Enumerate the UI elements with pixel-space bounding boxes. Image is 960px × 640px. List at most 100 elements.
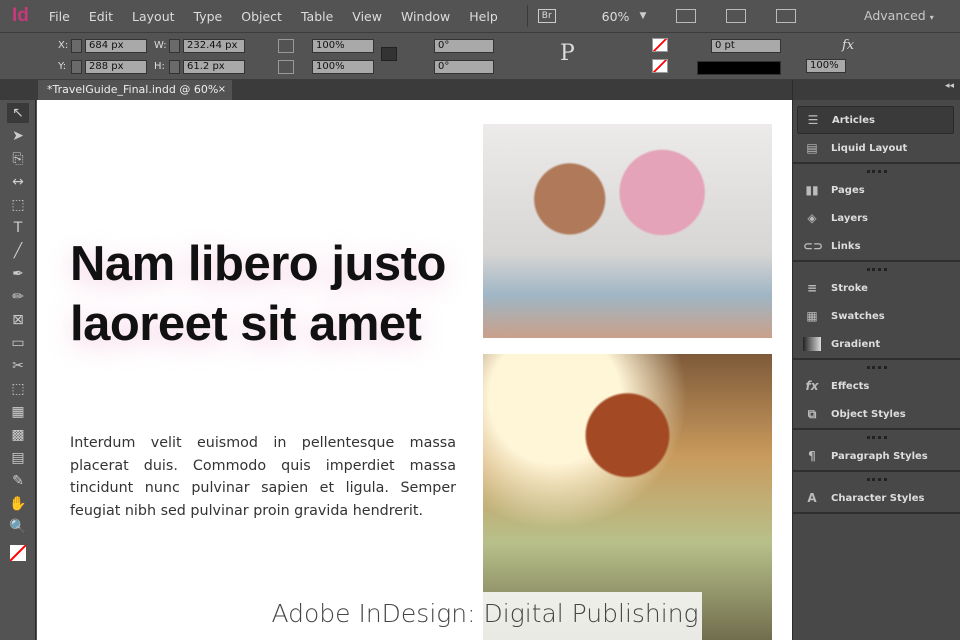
y-field[interactable]: 288 px: [85, 60, 147, 74]
arrange-documents-icon[interactable]: [776, 9, 797, 23]
panel-links[interactable]: ⊂⊃ Links: [793, 232, 960, 260]
body-text[interactable]: Interdum velit euismod in pellentesque m…: [70, 432, 456, 522]
liquid-layout-icon: ▤: [806, 141, 818, 155]
h-label: H:: [154, 61, 165, 72]
gradient-swatch-tool-icon[interactable]: ▦: [7, 402, 29, 422]
type-tool-icon[interactable]: T: [7, 218, 29, 238]
panel-stroke[interactable]: ≡ Stroke: [793, 274, 960, 302]
screen-mode-icon[interactable]: [726, 9, 747, 23]
grip-handle[interactable]: [866, 478, 887, 482]
panel-label: Character Styles: [831, 492, 925, 504]
pen-tool-icon[interactable]: ✒: [7, 264, 29, 284]
fill-stroke-swatch-icon[interactable]: [10, 545, 26, 561]
headline[interactable]: Nam libero justo laoreet sit amet: [70, 234, 446, 354]
gradient-feather-tool-icon[interactable]: ▩: [7, 425, 29, 445]
scale-x-field[interactable]: 100%: [312, 39, 374, 53]
hand-tool-icon[interactable]: ✋: [7, 494, 29, 514]
x-field[interactable]: 684 px: [85, 39, 147, 53]
stroke-type-dropdown[interactable]: [697, 61, 781, 75]
view-options-icon[interactable]: [676, 9, 697, 23]
stroke-weight-field[interactable]: 0 pt: [711, 39, 781, 53]
eyedropper-tool-icon[interactable]: ✎: [7, 471, 29, 491]
divider: [526, 5, 528, 27]
menu-help[interactable]: Help: [469, 9, 498, 24]
line-tool-icon[interactable]: ╱: [7, 241, 29, 261]
menu-edit[interactable]: Edit: [89, 9, 113, 24]
panel-label: Layers: [831, 212, 868, 224]
opacity-field[interactable]: 100%: [806, 59, 846, 73]
y-label: Y:: [58, 61, 67, 72]
panel-effects[interactable]: fx Effects: [793, 372, 960, 400]
page-tool-icon[interactable]: ⎘: [7, 149, 29, 169]
panel-label: Object Styles: [831, 408, 906, 420]
effects-icon[interactable]: fx: [842, 38, 854, 53]
grip-handle[interactable]: [866, 268, 887, 272]
menu-table[interactable]: Table: [301, 9, 333, 24]
constrain-proportions-icon[interactable]: [381, 47, 397, 61]
menu-object[interactable]: Object: [241, 9, 282, 24]
collapse-panels-button[interactable]: ◂◂: [793, 80, 960, 100]
panel-object-styles[interactable]: ⧉ Object Styles: [793, 400, 960, 428]
paragraph-styles-icon: ¶: [808, 449, 816, 463]
h-stepper[interactable]: [169, 60, 180, 74]
panel-liquid-layout[interactable]: ▤ Liquid Layout: [793, 134, 960, 162]
grip-handle[interactable]: [866, 436, 887, 440]
panel-gradient[interactable]: Gradient: [793, 330, 960, 358]
grip-handle[interactable]: [866, 366, 887, 370]
fill-swatch[interactable]: [652, 38, 668, 52]
swatches-icon: ▦: [806, 309, 818, 323]
panel-label: Articles: [832, 114, 875, 126]
workspace-label: Advanced: [864, 8, 926, 23]
free-transform-tool-icon[interactable]: ⬚: [7, 379, 29, 399]
w-field[interactable]: 232.44 px: [183, 39, 245, 53]
rotation-field[interactable]: 0°: [434, 39, 494, 53]
menu-window[interactable]: Window: [401, 9, 450, 24]
panel-label: Effects: [831, 380, 870, 392]
stroke-icon: ≡: [806, 281, 818, 295]
panel-group-paragraph-styles: ¶ Paragraph Styles: [793, 430, 960, 472]
panel-articles[interactable]: ☰ Articles: [797, 106, 954, 134]
panel-group-stroke: ≡ Stroke ▦ Swatches Gradient: [793, 262, 960, 360]
menu-bar: Id File Edit Layout Type Object Table Vi…: [0, 0, 960, 32]
chevron-down-icon[interactable]: ▼: [639, 11, 646, 21]
content-collector-icon[interactable]: ⬚: [7, 195, 29, 215]
photo-two-women[interactable]: [483, 124, 772, 338]
menu-file[interactable]: File: [49, 9, 70, 24]
rectangle-frame-tool-icon[interactable]: ⊠: [7, 310, 29, 330]
panel-paragraph-styles[interactable]: ¶ Paragraph Styles: [793, 442, 960, 470]
menu-layout[interactable]: Layout: [132, 9, 175, 24]
document-tab[interactable]: *TravelGuide_Final.indd @ 60% ×: [38, 80, 232, 100]
pencil-tool-icon[interactable]: ✏: [7, 287, 29, 307]
panel-character-styles[interactable]: A Character Styles: [793, 484, 960, 512]
x-stepper[interactable]: [71, 39, 82, 53]
panel-swatches[interactable]: ▦ Swatches: [793, 302, 960, 330]
grip-handle[interactable]: [866, 170, 887, 174]
zoom-level-dropdown[interactable]: 60%: [602, 9, 630, 24]
panel-group-articles: ☰ Articles ▤ Liquid Layout: [793, 100, 960, 164]
h-field[interactable]: 61.2 px: [183, 60, 245, 74]
zoom-tool-icon[interactable]: 🔍: [7, 517, 29, 537]
scissors-tool-icon[interactable]: ✂: [7, 356, 29, 376]
bridge-button[interactable]: Br: [537, 9, 556, 23]
x-label: X:: [58, 40, 69, 51]
document-page[interactable]: Nam libero justo laoreet sit amet Interd…: [37, 100, 792, 640]
scale-y-field[interactable]: 100%: [312, 60, 374, 74]
close-icon[interactable]: ×: [218, 80, 226, 100]
scale-y-icon: [278, 60, 294, 74]
w-stepper[interactable]: [169, 39, 180, 53]
stroke-swatch[interactable]: [652, 59, 668, 73]
workspace-switcher[interactable]: Advanced ▾: [864, 8, 934, 23]
note-tool-icon[interactable]: ▤: [7, 448, 29, 468]
direct-selection-tool-icon[interactable]: ➤: [7, 126, 29, 146]
panel-layers[interactable]: ◈ Layers: [793, 204, 960, 232]
panel-pages[interactable]: ▮▮ Pages: [793, 176, 960, 204]
selection-tool-icon[interactable]: ↖: [7, 103, 29, 123]
gap-tool-icon[interactable]: ↔: [7, 172, 29, 192]
rectangle-tool-icon[interactable]: ▭: [7, 333, 29, 353]
shear-field[interactable]: 0°: [434, 60, 494, 74]
panel-group-character-styles: A Character Styles: [793, 472, 960, 514]
y-stepper[interactable]: [71, 60, 82, 74]
menu-type[interactable]: Type: [194, 9, 223, 24]
text-frame-icon[interactable]: P: [560, 41, 575, 66]
menu-view[interactable]: View: [352, 9, 382, 24]
